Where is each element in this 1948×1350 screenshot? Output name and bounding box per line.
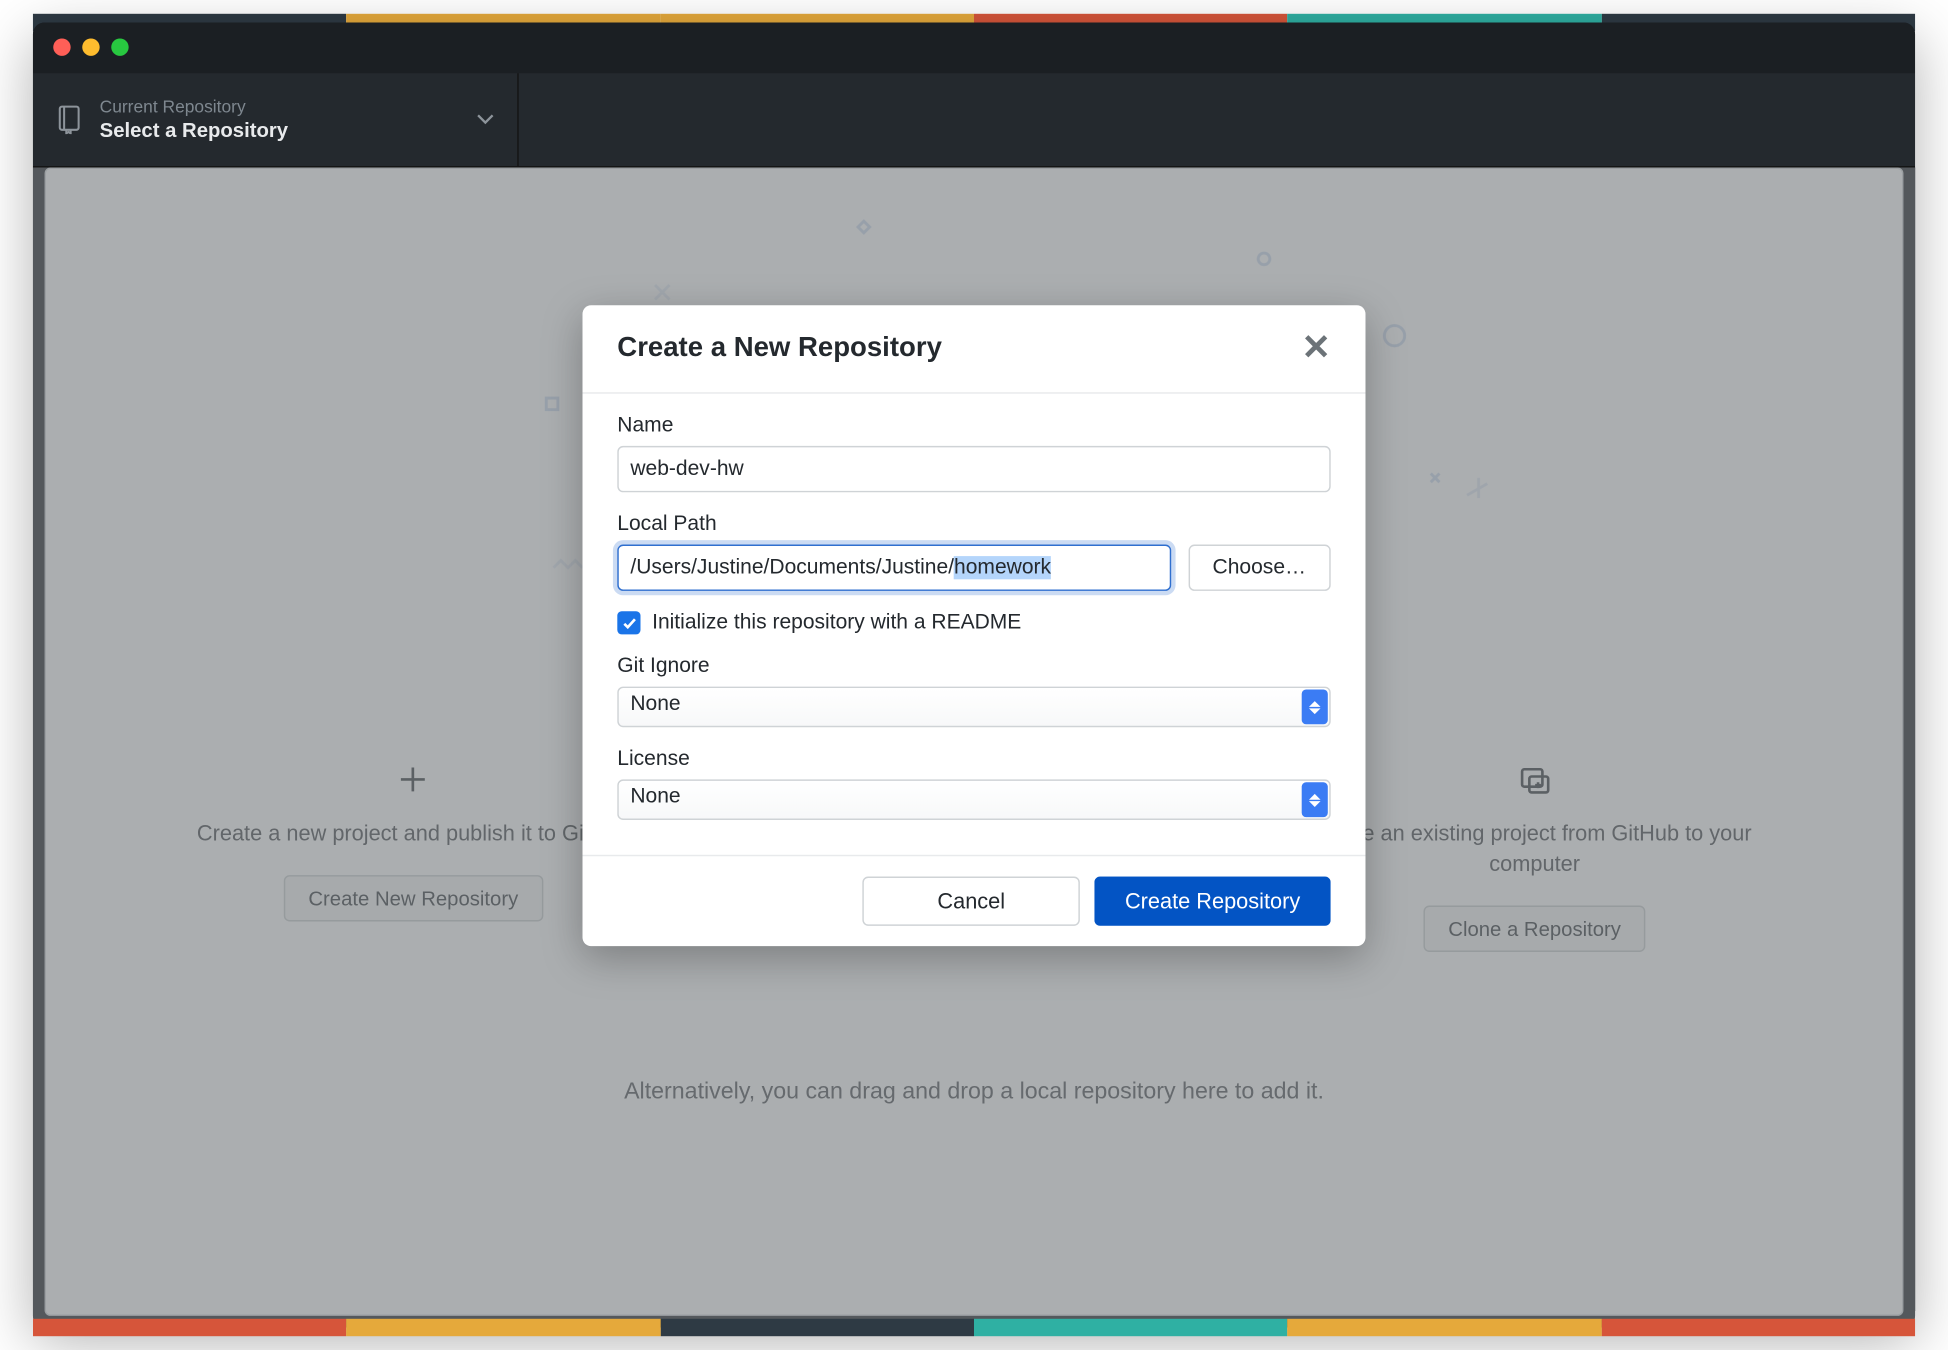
create-repository-button[interactable]: Create Repository bbox=[1095, 877, 1331, 926]
app-window: Current Repository Select a Repository bbox=[33, 23, 1915, 1328]
license-label: License bbox=[617, 748, 1330, 771]
close-icon[interactable]: ✕ bbox=[1302, 331, 1331, 366]
gitignore-label: Git Ignore bbox=[617, 655, 1330, 678]
local-path-selection: homework bbox=[954, 556, 1051, 579]
dialog-footer: Cancel Create Repository bbox=[582, 855, 1365, 946]
chevron-down-icon bbox=[477, 107, 494, 133]
choose-path-button[interactable]: Choose… bbox=[1188, 545, 1331, 591]
zoom-window-button[interactable] bbox=[111, 38, 128, 55]
license-value: None bbox=[630, 785, 680, 808]
repository-selector[interactable]: Current Repository Select a Repository bbox=[33, 73, 519, 166]
gitignore-value: None bbox=[630, 692, 680, 715]
name-label: Name bbox=[617, 414, 1330, 437]
toolbar: Current Repository Select a Repository bbox=[33, 73, 1915, 167]
name-input[interactable] bbox=[617, 446, 1330, 492]
close-window-button[interactable] bbox=[53, 38, 70, 55]
local-path-label: Local Path bbox=[617, 513, 1330, 536]
titlebar bbox=[33, 23, 1915, 74]
local-path-input[interactable]: /Users/Justine/Documents/Justine/homewor… bbox=[617, 545, 1170, 591]
repo-selector-value: Select a Repository bbox=[100, 117, 477, 143]
minimize-window-button[interactable] bbox=[82, 38, 99, 55]
repo-selector-label: Current Repository bbox=[100, 96, 477, 117]
window-controls bbox=[53, 38, 128, 55]
initialize-readme-label: Initialize this repository with a README bbox=[652, 611, 1021, 634]
repo-icon bbox=[56, 105, 82, 134]
create-repository-dialog: Create a New Repository ✕ Name Local Pat… bbox=[582, 305, 1365, 946]
decorative-bottom-stripes bbox=[33, 1319, 1915, 1336]
local-path-prefix: /Users/Justine/Documents/Justine/ bbox=[630, 556, 954, 579]
gitignore-select[interactable]: None bbox=[617, 687, 1330, 728]
dialog-title: Create a New Repository bbox=[617, 333, 942, 365]
cancel-button[interactable]: Cancel bbox=[863, 877, 1081, 926]
initialize-readme-checkbox[interactable] bbox=[617, 611, 640, 634]
dialog-header: Create a New Repository ✕ bbox=[582, 305, 1365, 393]
license-select[interactable]: None bbox=[617, 779, 1330, 820]
